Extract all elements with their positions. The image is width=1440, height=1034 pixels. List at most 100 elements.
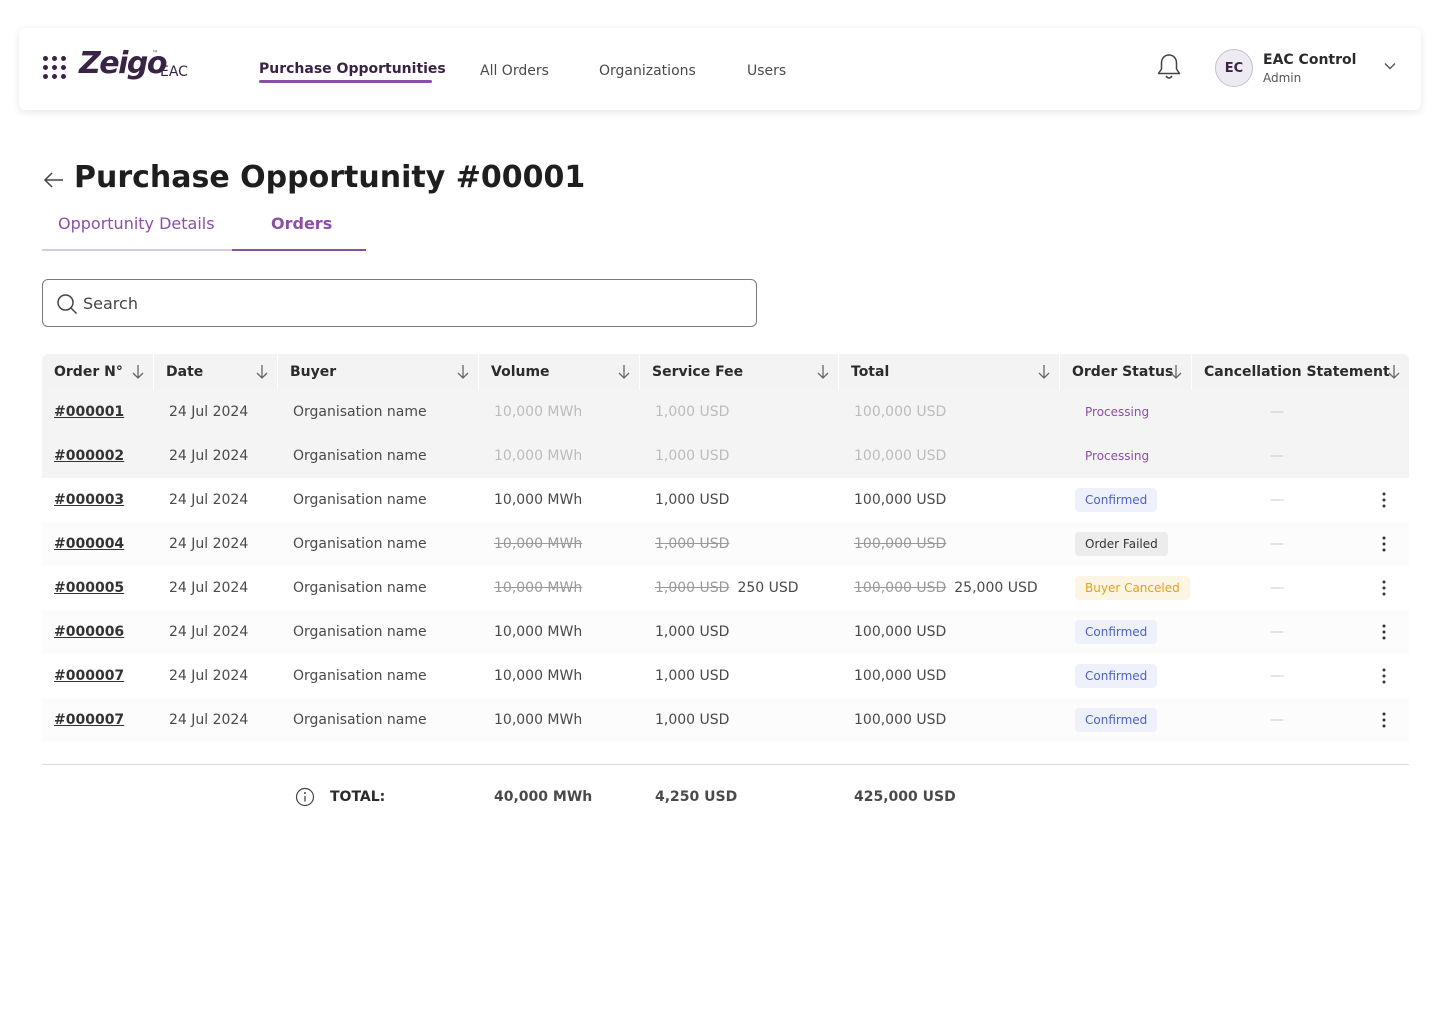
chevron-down-icon[interactable] [1383,59,1397,73]
cell-original-value: 100,000 USD [854,580,947,596]
table-row[interactable]: #000005 24 Jul 2024 Organisation name 10,00… [42,566,1409,610]
order-number-link[interactable]: #000002 [54,434,124,478]
total-cell: 100,000 USD [854,654,946,698]
nav-organizations[interactable]: Organizations [599,63,696,79]
buyer-name: Organisation name [293,580,427,596]
order-number-link[interactable]: #000006 [54,610,124,654]
order-number-link[interactable]: #000007 [54,654,124,698]
cell-original-value: 1,000 USD [655,448,730,464]
user-avatar[interactable]: EC [1215,49,1253,87]
status-cell: Buyer Canceled [1075,566,1190,610]
sort-arrow-icon[interactable] [816,364,830,380]
total-cell: 100,000 USD [854,610,946,654]
cancellation-statement: — [1270,624,1284,640]
info-icon[interactable] [295,787,315,807]
nav-purchase-opportunities[interactable]: Purchase Opportunities [259,61,446,77]
column-header-buyer[interactable]: Buyer [278,354,479,390]
cancellation-statement: — [1270,712,1284,728]
top-navigation-bar: Zeigo ™ EAC Purchase Opportunities All O… [19,28,1421,110]
sort-arrow-icon[interactable] [1387,364,1401,380]
total-amount: 425,000 USD [854,789,956,805]
status-cell: Confirmed [1075,478,1158,522]
order-number-link[interactable]: #000001 [54,390,124,434]
more-vertical-icon[interactable] [1378,623,1390,641]
search-box[interactable] [42,279,757,327]
back-arrow-icon[interactable] [42,168,66,192]
column-header-order-status[interactable]: Order Status [1060,354,1192,390]
column-header-service-fee[interactable]: Service Fee [640,354,839,390]
volume-cell: 10,000 MWh [494,610,582,654]
total-cell: 100,000 USD [854,478,946,522]
table-row[interactable]: #000002 24 Jul 2024 Organisation name 10,00… [42,434,1409,478]
table-row[interactable]: #000001 24 Jul 2024 Organisation name 10,00… [42,390,1409,434]
more-vertical-icon[interactable] [1378,667,1390,685]
status-badge: Buyer Canceled [1075,576,1190,600]
nav-users[interactable]: Users [747,63,786,79]
column-label: Service Fee [652,364,744,380]
table-row[interactable]: #000007 24 Jul 2024 Organisation name 10,00… [42,698,1409,742]
sort-arrow-icon[interactable] [456,364,470,380]
buyer-name: Organisation name [293,668,427,684]
cell-original-value: 100,000 USD [854,712,947,728]
order-number-link[interactable]: #000007 [54,698,124,742]
sort-arrow-icon[interactable] [617,364,631,380]
apps-grid-icon[interactable] [43,56,67,80]
cell-original-value: 1,000 USD [655,492,730,508]
service-fee-cell: 1,000 USD [655,390,729,434]
search-input[interactable] [83,288,743,318]
table-row[interactable]: #000007 24 Jul 2024 Organisation name 10,00… [42,654,1409,698]
tab-underline-inactive [42,249,232,251]
column-header-volume[interactable]: Volume [479,354,640,390]
nav-all-orders[interactable]: All Orders [480,63,549,79]
order-number-link[interactable]: #000004 [54,522,124,566]
cell-original-value: 10,000 MWh [494,712,583,728]
cell-original-value: 100,000 USD [854,624,947,640]
column-header-order-no[interactable]: Order N° [42,354,154,390]
sort-arrow-icon[interactable] [255,364,269,380]
adjusted-total: 25,000 USD [954,580,1038,596]
table-row[interactable]: #000006 24 Jul 2024 Organisation name 10,00… [42,610,1409,654]
column-header-cancellation-statement[interactable]: Cancellation Statement [1192,354,1409,390]
order-number-link[interactable]: #000005 [54,566,124,610]
volume-cell: 10,000 MWh [494,478,582,522]
cell-original-value: 100,000 USD [854,404,947,420]
buyer-name: Organisation name [293,404,427,420]
more-vertical-icon[interactable] [1378,579,1390,597]
order-number-link[interactable]: #000003 [54,478,124,522]
cell-original-value: 10,000 MWh [494,536,583,552]
service-fee-cell: 1,000 USD [655,478,729,522]
table-row[interactable]: #000004 24 Jul 2024 Organisation name 10,00… [42,522,1409,566]
adjusted-fee: 250 USD [737,580,799,596]
buyer-name: Organisation name [293,448,427,464]
column-label: Buyer [290,364,337,380]
column-label: Order Status [1072,364,1174,380]
tab-opportunity-details[interactable]: Opportunity Details [58,214,215,233]
bell-icon[interactable] [1155,52,1183,82]
more-vertical-icon[interactable] [1378,535,1390,553]
more-vertical-icon[interactable] [1378,491,1390,509]
cell-original-value: 1,000 USD [655,404,730,420]
total-cell: 100,000 USD 25,000 USD [854,566,1038,610]
cancellation-statement: — [1270,448,1284,464]
search-icon [57,294,78,315]
totals-divider [42,764,1409,765]
cell-original-value: 100,000 USD [854,536,947,552]
total-cell: 100,000 USD [854,522,946,566]
sort-arrow-icon[interactable] [1169,364,1183,380]
order-date: 24 Jul 2024 [169,404,249,420]
column-label: Volume [491,364,550,380]
column-header-date[interactable]: Date [154,354,278,390]
status-badge: Confirmed [1075,664,1158,688]
service-fee-cell: 1,000 USD [655,654,729,698]
sort-arrow-icon[interactable] [131,364,145,380]
status-badge: Confirmed [1075,620,1158,644]
cell-original-value: 10,000 MWh [494,668,583,684]
buyer-name: Organisation name [293,624,427,640]
more-vertical-icon[interactable] [1378,711,1390,729]
column-header-total[interactable]: Total [839,354,1060,390]
cell-original-value: 1,000 USD [655,580,730,596]
sort-arrow-icon[interactable] [1037,364,1051,380]
table-row[interactable]: #000003 24 Jul 2024 Organisation name 10,00… [42,478,1409,522]
tab-orders[interactable]: Orders [271,214,332,233]
status-badge: Processing [1085,405,1150,419]
